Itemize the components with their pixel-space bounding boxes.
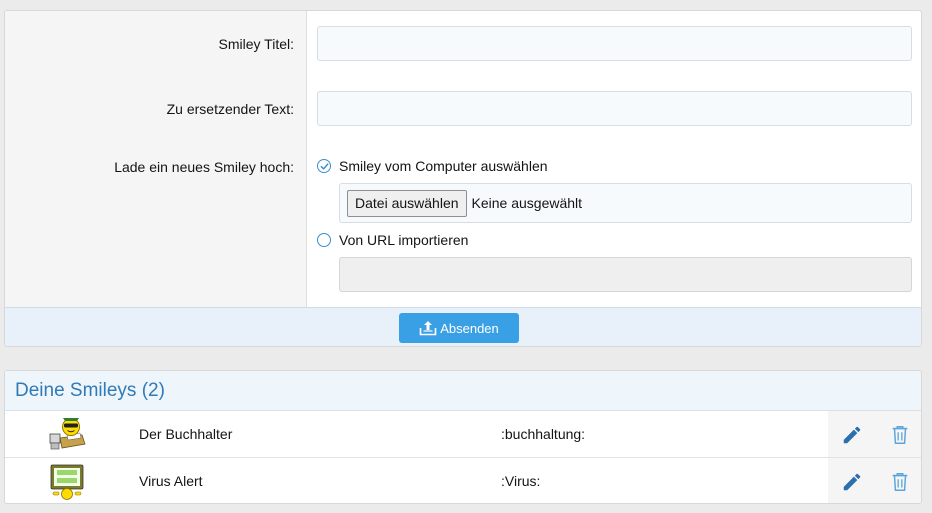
edit-pencil-icon[interactable] xyxy=(841,471,863,493)
radio-option-url[interactable]: Von URL importieren xyxy=(317,232,468,248)
radio-option-computer[interactable]: Smiley vom Computer auswählen xyxy=(317,158,548,174)
replace-text-input[interactable] xyxy=(317,91,912,126)
smiley-title: Der Buchhalter xyxy=(139,426,233,442)
smiley-upload-form: Smiley Titel: Zu ersetzender Text: Lade … xyxy=(4,10,922,347)
choose-file-button[interactable]: Datei auswählen xyxy=(347,189,467,217)
smiley-list-header: Deine Smileys (2) xyxy=(5,371,921,411)
file-status-text: Keine ausgewählt xyxy=(471,195,583,211)
row-actions xyxy=(828,458,921,503)
radio-option-computer-label: Smiley vom Computer auswählen xyxy=(339,158,548,174)
smiley-title-label: Smiley Titel: xyxy=(218,36,294,52)
smiley-list-title: Deine Smileys (2) xyxy=(15,379,165,401)
table-row: Der Buchhalter :buchhaltung: xyxy=(5,411,921,458)
radio-option-url-label: Von URL importieren xyxy=(339,232,469,248)
delete-trash-icon[interactable] xyxy=(889,424,911,446)
submit-bar: Absenden xyxy=(5,307,921,346)
table-row: Virus Alert :Virus: xyxy=(5,458,921,503)
url-input[interactable] xyxy=(339,257,912,292)
smiley-code: :Virus: xyxy=(501,473,541,489)
smiley-title: Virus Alert xyxy=(139,473,203,489)
smiley-code: :buchhaltung: xyxy=(501,426,586,442)
submit-button[interactable]: Absenden xyxy=(399,313,519,343)
upload-label: Lade ein neues Smiley hoch: xyxy=(114,159,294,175)
accountant-smiley-icon xyxy=(49,418,86,450)
replace-text-label: Zu ersetzender Text: xyxy=(166,101,294,117)
edit-pencil-icon[interactable] xyxy=(841,424,863,446)
radio-checked-icon[interactable] xyxy=(317,159,331,173)
smiley-list: Deine Smileys (2) Der Buchhalter :buchha… xyxy=(4,370,922,504)
virus-alert-smiley-icon xyxy=(50,464,84,500)
smiley-title-input[interactable] xyxy=(317,26,912,61)
upload-tray-icon xyxy=(419,321,437,336)
submit-button-label: Absenden xyxy=(440,320,499,336)
radio-unchecked-icon[interactable] xyxy=(317,233,331,247)
row-actions xyxy=(828,411,921,457)
file-picker: Datei auswählen Keine ausgewählt xyxy=(339,183,912,223)
delete-trash-icon[interactable] xyxy=(889,471,911,493)
